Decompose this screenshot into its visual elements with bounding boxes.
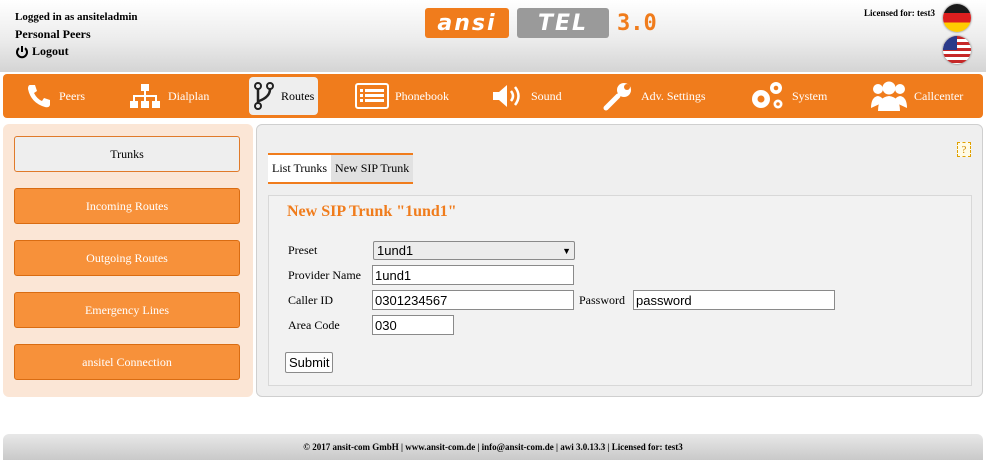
- sidebar-item-emergency-lines[interactable]: Emergency Lines: [14, 292, 240, 328]
- main-panel: ? List Trunks New SIP Trunk New SIP Trun…: [256, 124, 983, 397]
- nav-item-routes[interactable]: Routes: [249, 77, 319, 115]
- list-icon: [355, 83, 389, 109]
- nav-item-system[interactable]: System: [748, 74, 827, 118]
- gears-icon: [752, 82, 783, 109]
- logged-in-text: Logged in as ansiteladmin: [15, 11, 138, 23]
- nav-label-callcenter: Callcenter: [914, 88, 964, 103]
- password-label: Password: [579, 293, 626, 307]
- section-title: Personal Peers: [15, 27, 91, 41]
- sidebar-item-trunks[interactable]: Trunks: [14, 136, 240, 172]
- help-icon[interactable]: ?: [957, 142, 971, 157]
- ansitel-logo: ansi TEL 3.0: [425, 8, 657, 38]
- area-code-input[interactable]: 030: [372, 315, 454, 335]
- tab-new-sip-trunk[interactable]: New SIP Trunk: [331, 153, 414, 184]
- routes-icon: [254, 82, 274, 110]
- nav-label-peers: Peers: [59, 88, 85, 103]
- nav-label-adv-settings: Adv. Settings: [641, 88, 706, 103]
- area-code-label: Area Code: [288, 318, 340, 332]
- sidebar-item-ansitel-connection[interactable]: ansitel Connection: [14, 344, 240, 380]
- footer-text: © 2017 ansit-com GmbH | www.ansit-com.de…: [303, 442, 683, 452]
- password-input[interactable]: password: [633, 290, 835, 310]
- sitemap-icon: [130, 84, 160, 108]
- preset-select[interactable]: 1und1 ▼: [373, 241, 575, 260]
- license-text: Licensed for: test3: [864, 8, 935, 18]
- main-navigation: Peers Dialplan Routes Phonebook Sound Ad…: [3, 74, 983, 118]
- caller-id-label: Caller ID: [288, 293, 333, 307]
- nav-label-phonebook: Phonebook: [395, 88, 449, 103]
- german-flag-icon[interactable]: [943, 4, 971, 32]
- footer: © 2017 ansit-com GmbH | www.ansit-com.de…: [3, 434, 983, 460]
- sip-trunk-form: New SIP Trunk "1und1" Preset 1und1 ▼ Pro…: [268, 195, 972, 386]
- logo-tel: TEL: [517, 8, 609, 38]
- sidebar: Trunks Incoming Routes Outgoing Routes E…: [3, 124, 253, 397]
- nav-item-dialplan[interactable]: Dialplan: [128, 74, 209, 118]
- header: Logged in as ansiteladmin Personal Peers…: [0, 0, 986, 72]
- logout-link[interactable]: Logout: [15, 43, 138, 60]
- caller-id-input[interactable]: 0301234567: [372, 290, 574, 310]
- logout-label: Logout: [32, 44, 69, 58]
- nav-label-routes: Routes: [281, 88, 315, 103]
- power-icon: [16, 45, 28, 58]
- provider-name-input[interactable]: 1und1: [372, 265, 574, 285]
- preset-label: Preset: [288, 243, 318, 257]
- nav-label-dialplan: Dialplan: [168, 88, 210, 103]
- nav-label-system: System: [792, 88, 828, 103]
- nav-item-adv-settings[interactable]: Adv. Settings: [603, 74, 706, 118]
- submit-button[interactable]: Submit: [285, 352, 334, 373]
- logo-version: 3.0: [617, 10, 657, 36]
- speaker-icon: [493, 85, 520, 107]
- nav-item-callcenter[interactable]: Callcenter: [870, 74, 963, 118]
- nav-label-sound: Sound: [531, 88, 562, 103]
- logo-ansi: ansi: [425, 8, 509, 38]
- wrench-icon: [603, 83, 631, 111]
- preset-value: 1und1: [377, 243, 414, 258]
- login-info: Logged in as ansiteladmin Personal Peers…: [15, 9, 138, 60]
- tab-bar: List Trunks New SIP Trunk: [268, 153, 414, 184]
- sidebar-item-incoming-routes[interactable]: Incoming Routes: [14, 188, 240, 224]
- phone-icon: [28, 85, 50, 108]
- chevron-down-icon: ▼: [562, 245, 571, 256]
- form-title: New SIP Trunk "1und1": [287, 203, 457, 220]
- nav-item-sound[interactable]: Sound: [491, 74, 562, 118]
- tab-list-trunks[interactable]: List Trunks: [268, 153, 332, 184]
- nav-item-peers[interactable]: Peers: [25, 74, 85, 118]
- users-icon: [871, 81, 907, 111]
- provider-name-label: Provider Name: [288, 268, 361, 282]
- nav-item-phonebook[interactable]: Phonebook: [355, 74, 449, 118]
- us-flag-icon[interactable]: [943, 36, 971, 64]
- sidebar-item-outgoing-routes[interactable]: Outgoing Routes: [14, 240, 240, 276]
